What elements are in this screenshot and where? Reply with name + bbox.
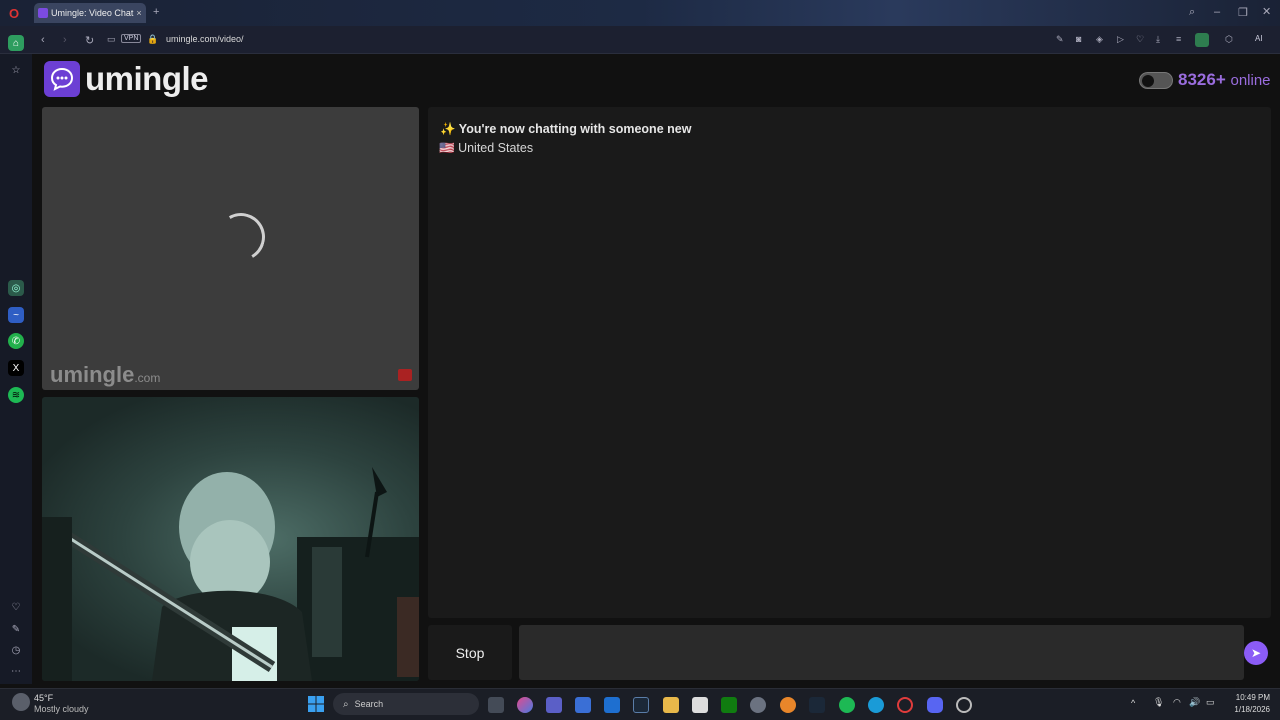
maximize-icon[interactable]: ❐ — [1238, 6, 1248, 19]
notepad-icon[interactable] — [692, 697, 708, 713]
local-video — [42, 397, 419, 681]
online-count-label: online — [1230, 72, 1271, 89]
opera-logo-icon[interactable]: O — [9, 6, 19, 21]
watermark-suffix: .com — [134, 371, 161, 385]
microphone-icon[interactable]: 🎙 — [1153, 697, 1164, 708]
tab-close-icon[interactable]: × — [136, 8, 141, 18]
tab-favicon-icon — [38, 8, 48, 18]
search-icon: ⌕ — [343, 698, 349, 710]
pinboard-icon[interactable]: ✎ — [8, 621, 24, 637]
xbox-icon[interactable] — [721, 697, 737, 713]
spotify-taskbar-icon[interactable] — [839, 697, 855, 713]
snapshot-icon[interactable]: ▭ — [107, 34, 116, 45]
us-flag-icon: 🇺🇸 — [439, 141, 455, 155]
send-icon[interactable]: ➤ — [1244, 641, 1268, 665]
message-input[interactable] — [519, 625, 1244, 680]
online-count: 8326+ online — [1178, 70, 1271, 90]
clock-time[interactable]: 10:49 PM — [1232, 693, 1270, 702]
profile-icon[interactable] — [1195, 33, 1209, 47]
outlook-icon[interactable] — [604, 697, 620, 713]
reload-icon[interactable]: ↻ — [85, 34, 94, 47]
stop-button[interactable]: Stop — [428, 625, 512, 680]
download-icon[interactable]: ⤓ — [1156, 34, 1160, 45]
menu-icon[interactable]: ≡ — [1176, 34, 1181, 44]
opera-taskbar-icon[interactable] — [897, 697, 913, 713]
store-icon[interactable] — [575, 697, 591, 713]
chat-status-message: ✨ You're now chatting with someone new — [440, 122, 692, 136]
browser-tab[interactable]: Umingle: Video Chat × — [34, 3, 146, 23]
edit-icon[interactable]: ✎ — [1056, 34, 1064, 45]
chatgpt-icon[interactable]: ◎ — [8, 280, 24, 296]
tray-chevron-icon[interactable]: ^ — [1131, 698, 1135, 708]
play-icon[interactable]: ▷ — [1117, 34, 1124, 45]
messenger-icon[interactable]: ~ — [8, 307, 24, 323]
file-explorer-icon[interactable] — [663, 697, 679, 713]
lock-icon: 🔒 — [147, 34, 159, 44]
blender-icon[interactable] — [780, 697, 796, 713]
history-icon[interactable]: ◷ — [8, 642, 24, 658]
chat-country-name: United States — [458, 141, 534, 155]
battery-icon[interactable]: ▭ — [1206, 697, 1215, 708]
heart-icon[interactable]: ♡ — [1136, 34, 1144, 45]
taskbar-search-label: Search — [354, 699, 384, 709]
report-flag-icon[interactable] — [398, 369, 412, 381]
task-view-icon[interactable] — [488, 697, 504, 713]
tab-title: Umingle: Video Chat — [51, 8, 134, 18]
windows-start-icon[interactable] — [308, 696, 324, 712]
chat-country: 🇺🇸 United States — [439, 141, 533, 156]
umingle-logo-icon[interactable] — [44, 61, 80, 97]
watermark-main: umingle — [50, 362, 135, 387]
shield-icon[interactable]: ◈ — [1096, 34, 1103, 45]
online-count-number: 8326+ — [1178, 70, 1226, 89]
spotify-icon[interactable]: ≋ — [8, 387, 24, 403]
chatgpt-app-icon[interactable] — [956, 697, 972, 713]
settings-icon[interactable] — [750, 697, 766, 713]
whatsapp-icon[interactable]: ✆ — [8, 333, 24, 349]
x-twitter-icon[interactable]: X — [8, 360, 24, 376]
webcam-scene — [42, 467, 419, 681]
address-bar-url[interactable]: umingle.com/video/ — [166, 34, 244, 44]
extensions-icon[interactable]: ⬡ — [1225, 34, 1233, 45]
volume-icon[interactable]: 🔊 — [1189, 697, 1200, 708]
edge-icon[interactable] — [868, 697, 884, 713]
theme-toggle[interactable] — [1139, 72, 1173, 89]
search-tabs-icon[interactable]: ⌕ — [1189, 6, 1195, 19]
taskbar-search[interactable]: ⌕ Search — [333, 693, 479, 715]
vpn-badge[interactable]: VPN — [121, 34, 142, 43]
weather-icon[interactable] — [12, 693, 30, 711]
minimize-icon[interactable]: – — [1214, 6, 1220, 18]
new-tab-icon[interactable]: + — [153, 6, 159, 18]
video-watermark: umingle.com — [50, 362, 160, 388]
browser-sidebar: ⌂ ☆ ◎ ~ ✆ X ≋ ♡ ✎ ◷ ⋯ — [0, 35, 32, 684]
clock-date[interactable]: 1/18/2026 — [1228, 705, 1270, 714]
home-icon[interactable]: ⌂ — [8, 35, 24, 51]
camera-icon[interactable]: ◙ — [1076, 34, 1081, 44]
discord-icon[interactable] — [927, 697, 943, 713]
copilot-icon[interactable] — [517, 697, 533, 713]
favorites-heart-icon[interactable]: ♡ — [8, 599, 24, 615]
steam-app-icon[interactable] — [809, 697, 825, 713]
weather-temp[interactable]: 45°F — [34, 693, 53, 703]
teams-icon[interactable] — [546, 697, 562, 713]
more-options-icon[interactable]: ⋯ — [8, 663, 24, 679]
weather-desc[interactable]: Mostly cloudy — [34, 704, 89, 714]
site-logo-text[interactable]: umingle — [85, 60, 209, 98]
wifi-icon[interactable]: ◠ — [1173, 697, 1181, 708]
close-window-icon[interactable]: ✕ — [1262, 5, 1271, 18]
chat-log — [428, 107, 1271, 618]
speed-dial-icon[interactable]: ☆ — [8, 62, 24, 78]
forward-icon[interactable]: › — [63, 34, 67, 46]
browser-titlebar: O Umingle: Video Chat × + ⌕ – ❐ ✕ — [0, 0, 1280, 26]
back-icon[interactable]: ‹ — [41, 34, 45, 46]
ai-button[interactable]: AI — [1255, 34, 1263, 43]
steam-icon[interactable] — [633, 697, 649, 713]
